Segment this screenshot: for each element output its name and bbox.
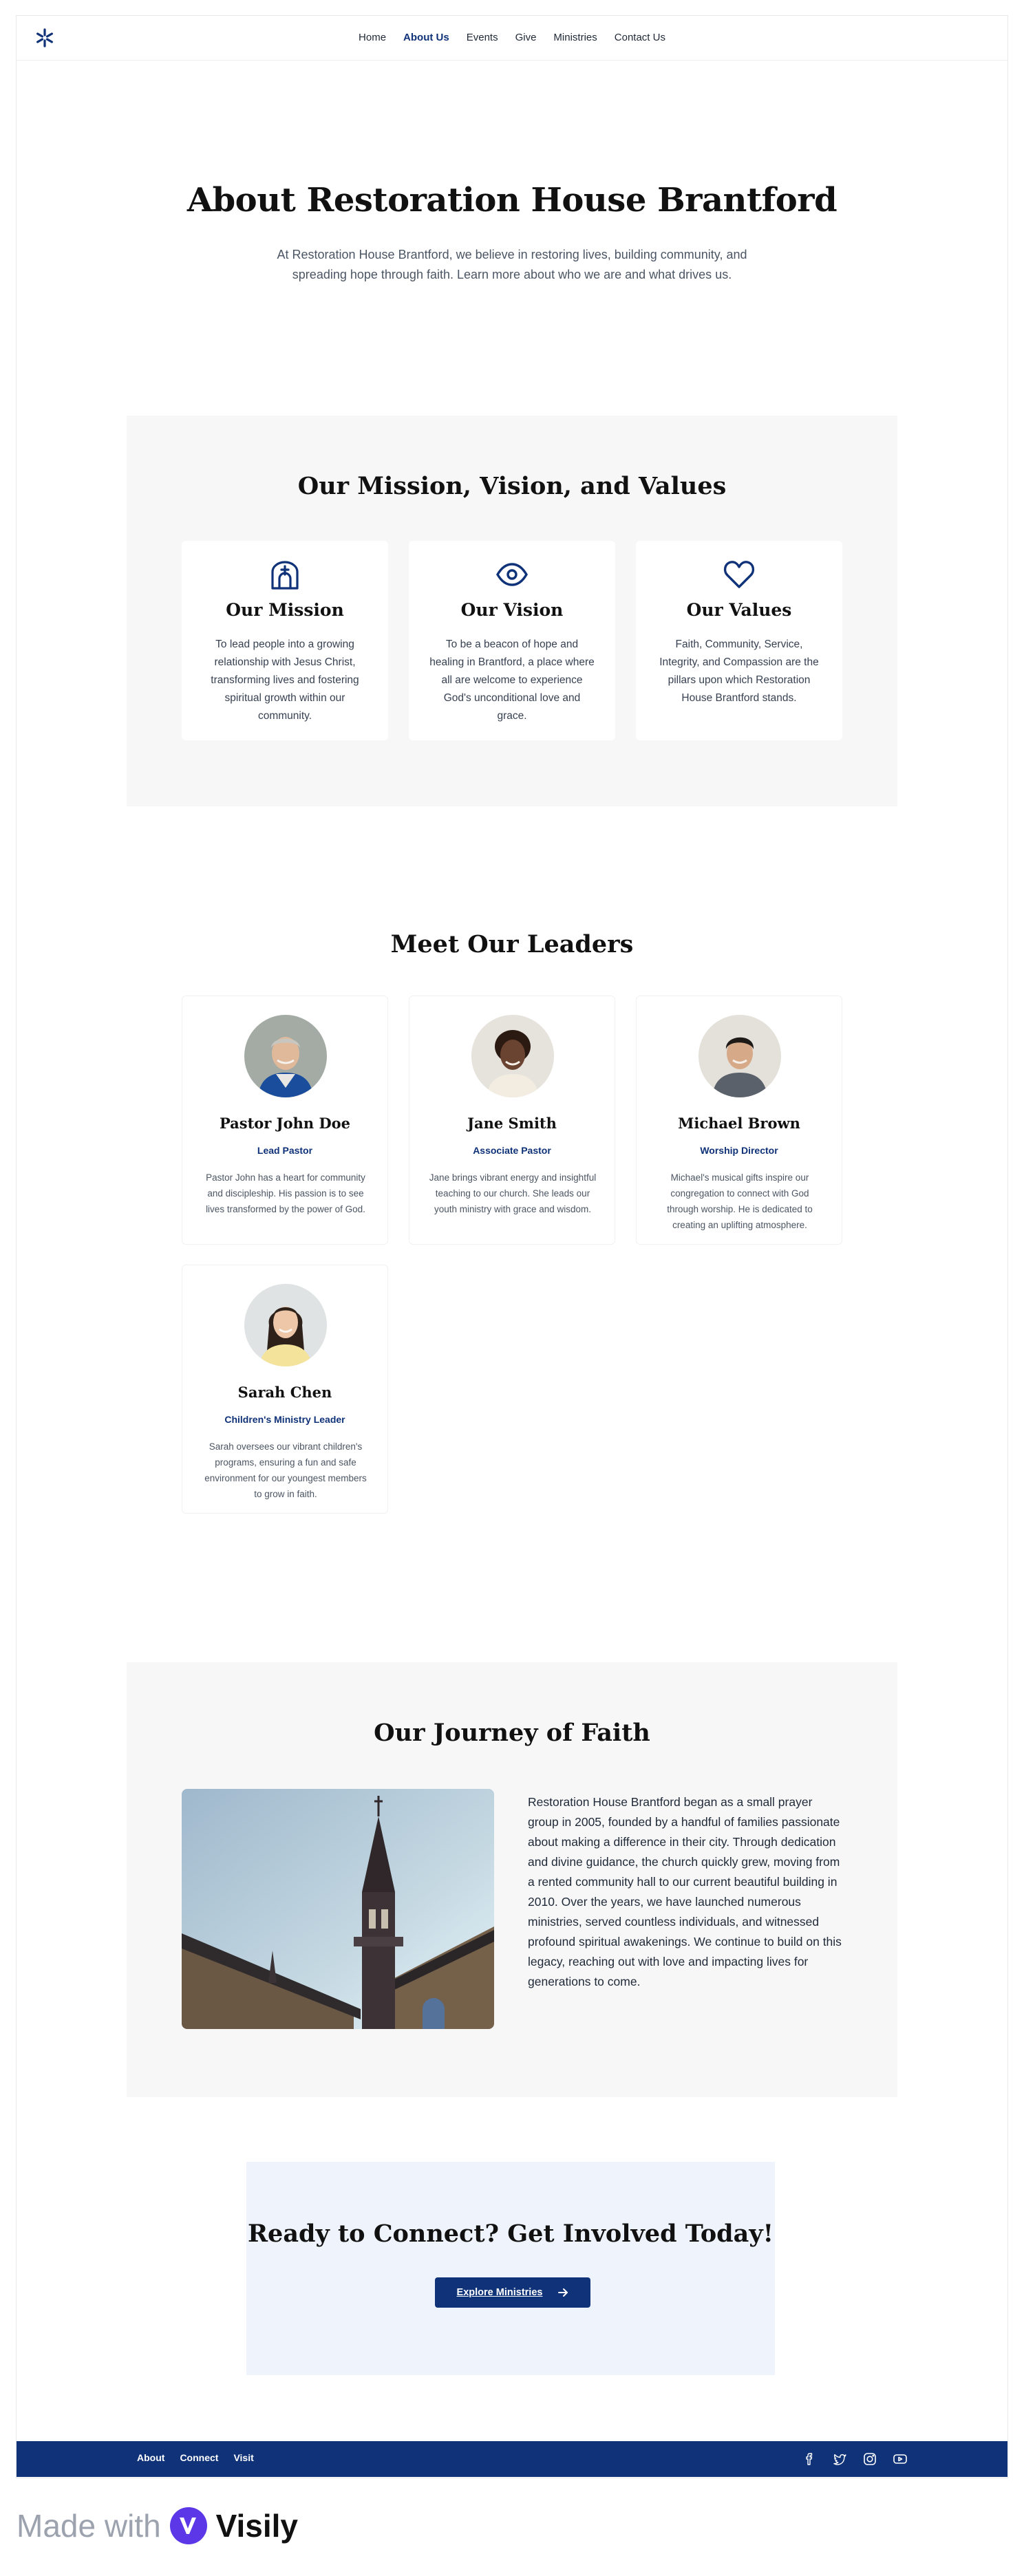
- footer-link-connect[interactable]: Connect: [180, 2452, 218, 2463]
- avatar: [244, 1284, 327, 1366]
- avatar: [244, 1015, 327, 1097]
- footer: About Connect Visit: [17, 2441, 1007, 2477]
- leader-card: Pastor John Doe Lead Pastor Pastor John …: [182, 996, 388, 1245]
- footer-link-about[interactable]: About: [137, 2452, 164, 2463]
- explore-ministries-label: Explore Ministries: [456, 2287, 543, 2298]
- hero-subtitle: At Restoration House Brantford, we belie…: [277, 248, 747, 281]
- explore-ministries-button[interactable]: Explore Ministries: [435, 2277, 590, 2308]
- nav-events[interactable]: Events: [467, 32, 498, 43]
- leader-bio: Sarah oversees our vibrant children's pr…: [204, 1441, 367, 1499]
- values-card-title: Our Values: [686, 600, 792, 620]
- footer-link-visit[interactable]: Visit: [233, 2452, 253, 2463]
- nav-ministries[interactable]: Ministries: [553, 32, 597, 43]
- values-card-text: Faith, Community, Service, Integrity, an…: [659, 638, 819, 704]
- leader-name: Sarah Chen: [237, 1384, 332, 1401]
- eye-icon: [496, 563, 528, 586]
- nav-about-us[interactable]: About Us: [403, 32, 449, 43]
- twitter-icon[interactable]: [831, 2451, 848, 2467]
- leader-card: Michael Brown Worship Director Michael's…: [636, 996, 842, 1245]
- avatar: [698, 1015, 781, 1097]
- leader-card: Jane Smith Associate Pastor Jane brings …: [409, 996, 615, 1245]
- footer-links: About Connect Visit: [137, 2452, 254, 2463]
- leader-name: Pastor John Doe: [219, 1115, 351, 1132]
- page-frame: [16, 15, 1008, 2478]
- leader-name: Jane Smith: [467, 1115, 557, 1132]
- mission-card-text: To lead people into a growing relationsh…: [211, 638, 359, 722]
- leader-bio: Jane brings vibrant energy and insightfu…: [429, 1172, 597, 1214]
- vision-card-title: Our Vision: [460, 600, 564, 620]
- church-icon: [271, 561, 299, 590]
- leader-role: Associate Pastor: [473, 1145, 551, 1156]
- leader-card: Sarah Chen Children's Ministry Leader Sa…: [182, 1265, 388, 1514]
- instagram-icon[interactable]: [862, 2451, 878, 2467]
- heart-icon: [723, 561, 755, 588]
- vision-card-text: To be a beacon of hope and healing in Br…: [429, 638, 595, 722]
- leader-role: Worship Director: [700, 1145, 778, 1156]
- page-title: About Restoration House Brantford: [186, 181, 838, 219]
- leader-name: Michael Brown: [678, 1115, 800, 1132]
- visily-logo-icon: [169, 2507, 207, 2544]
- facebook-icon[interactable]: [801, 2451, 818, 2467]
- mission-card: Our Mission To lead people into a growin…: [182, 541, 388, 740]
- leader-bio: Pastor John has a heart for community an…: [206, 1172, 365, 1214]
- top-navigation: Home About Us Events Give Ministries Con…: [17, 17, 1007, 61]
- nav-give[interactable]: Give: [515, 32, 537, 43]
- arrow-right-icon: [558, 2288, 568, 2297]
- leader-role: Children's Ministry Leader: [224, 1414, 345, 1425]
- cta-section: Ready to Connect? Get Involved Today! Ex…: [246, 2162, 775, 2375]
- avatar: [471, 1015, 554, 1097]
- leader-bio: Michael's musical gifts inspire our cong…: [667, 1172, 813, 1230]
- journey-text: Restoration House Brantford began as a s…: [528, 1795, 842, 1988]
- made-with-text: Made with: [17, 2508, 161, 2544]
- values-card: Our Values Faith, Community, Service, In…: [636, 541, 842, 740]
- nav-contact-us[interactable]: Contact Us: [615, 32, 665, 43]
- cta-title: Ready to Connect? Get Involved Today!: [247, 2220, 774, 2248]
- leaders-section-title: Meet Our Leaders: [390, 930, 634, 958]
- visily-brand-text: Visily: [215, 2508, 299, 2544]
- mission-section-title: Our Mission, Vision, and Values: [297, 472, 727, 500]
- leader-role: Lead Pastor: [257, 1145, 313, 1156]
- journey-section-title: Our Journey of Faith: [374, 1719, 650, 1747]
- vision-card: Our Vision To be a beacon of hope and he…: [409, 541, 615, 740]
- youtube-icon[interactable]: [892, 2451, 908, 2467]
- nav-home[interactable]: Home: [359, 32, 386, 43]
- made-with-visily-badge[interactable]: Made with Visily: [17, 2507, 298, 2545]
- nav-links: Home About Us Events Give Ministries Con…: [17, 32, 1007, 43]
- church-steeple-image: [182, 1789, 494, 2029]
- mission-card-title: Our Mission: [226, 600, 344, 620]
